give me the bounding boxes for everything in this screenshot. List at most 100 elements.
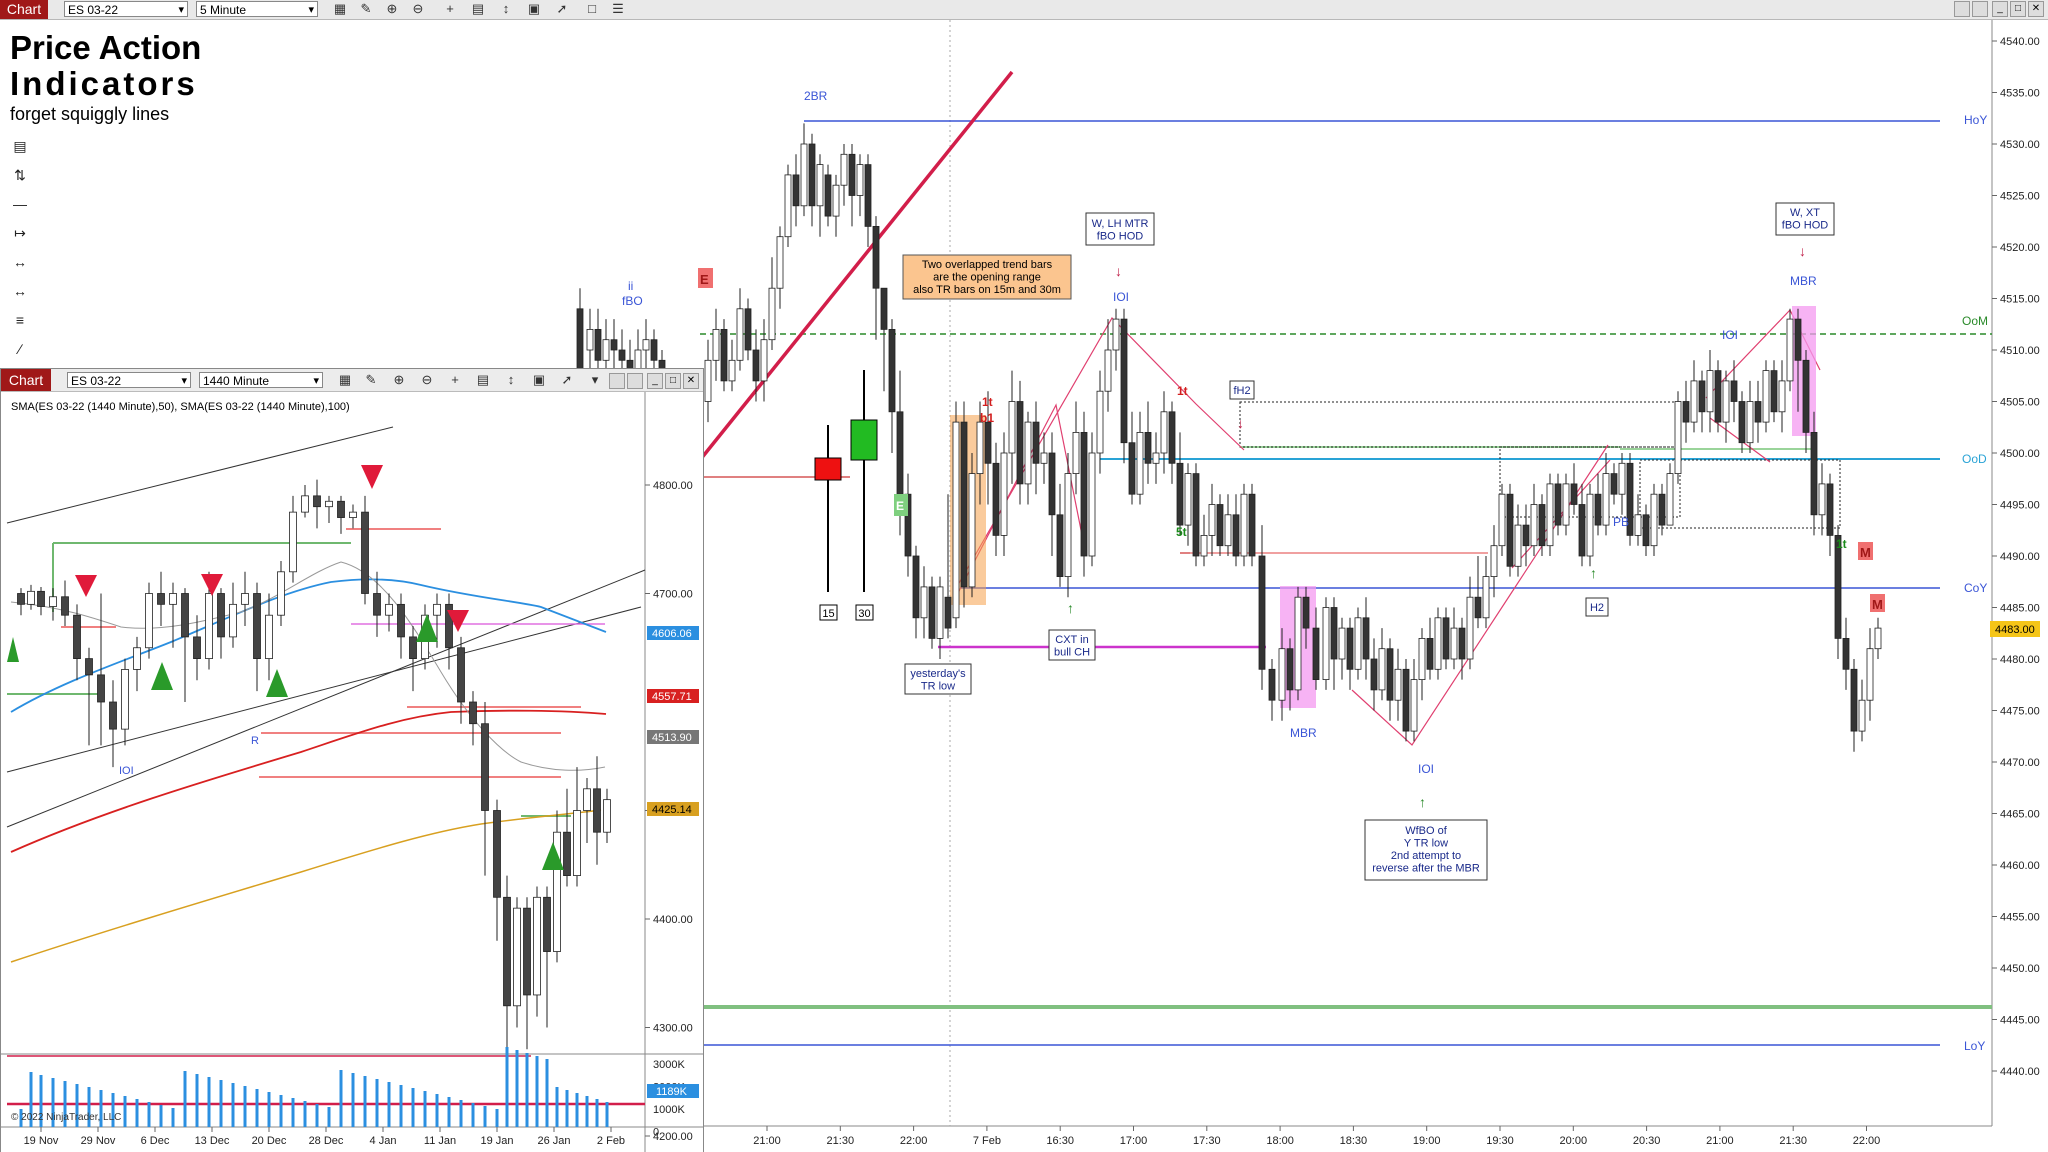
inset-tile-button[interactable] [609,373,625,389]
ood-label: OoD [1962,452,1987,466]
time-tick: 19:00 [1413,1135,1441,1147]
coy-label: CoY [1964,581,1987,595]
inset-price-tick: 4700.00 [653,589,693,601]
price-tick: 4470.00 [2000,757,2040,769]
inset-date-tick: 19 Jan [480,1135,513,1147]
arrow-up-3: ↑ [1419,794,1426,810]
inset-r-label: R [251,735,259,747]
hline-tool-icon[interactable]: ↔ [8,283,32,312]
label-1t-b: 1t [1177,384,1188,398]
price-tick: 4445.00 [2000,1015,2040,1027]
brand-line-3: forget squiggly lines [10,104,170,124]
svg-text:fH2: fH2 [1233,385,1250,397]
annotation-opening-range: Two overlapped trend bars are the opening… [902,254,1072,300]
label-2br: 2BR [804,89,828,103]
annotation-cxt: CXT in bull CH [1048,629,1096,661]
price-tick: 4465.00 [2000,809,2040,821]
inset-zoom-in-icon[interactable]: ⊕ [391,372,407,388]
inset-date-tick: 28 Dec [309,1135,344,1147]
inset-date-tick: 11 Jan [424,1135,456,1147]
line-tool-icon[interactable]: — [8,196,32,225]
label-e: E [700,272,709,287]
inset-instrument-select[interactable]: ES 03-22 [67,372,191,389]
inset-price-tick: 4800.00 [653,480,693,492]
range-candle-30 [850,419,878,461]
inset-drawing-icon[interactable]: ➚ [559,372,575,388]
annotation-wfbo: WfBO of Y TR low 2nd attempt to reverse aft… [1364,819,1488,881]
inset-chart-window[interactable]: Chart ES 03-22 1440 Minute ▦ ✎ ⊕ ⊖ + ▤ ↕… [0,368,704,1152]
svg-text:CXT inbull CH: CXT in bull CH [1054,634,1090,659]
price-tick: 4450.00 [2000,963,2040,975]
tag-sma50: 4606.06 [652,628,692,640]
extended-line-icon[interactable]: ↔ [8,254,32,283]
inset-price-tick: 4300.00 [653,1023,693,1035]
time-tick: 18:00 [1266,1135,1294,1147]
inset-volume-tick: 1000K [653,1104,685,1116]
inset-zoom-out-icon[interactable]: ⊖ [419,372,435,388]
inset-bar-type-icon[interactable]: ▦ [337,372,353,388]
label-1t-c: 1t [1836,537,1847,551]
inset-date-tick: 29 Nov [81,1135,116,1147]
time-tick: 21:00 [1706,1135,1734,1147]
inset-interval-select[interactable]: 1440 Minute [199,372,323,389]
channel-tool-icon[interactable]: ≡ [8,312,32,341]
price-tick: 4510.00 [2000,345,2040,357]
inset-date-tick: 19 Nov [24,1135,59,1147]
time-tick: 21:00 [753,1135,781,1147]
inset-minimize-button[interactable]: _ [647,373,663,389]
label-pb: PB [1613,515,1629,529]
annotation-yesterday: yesterday's TR low [904,663,972,695]
label-b1: b1 [980,411,994,425]
time-tick: 16:30 [1046,1135,1074,1147]
inset-toolbar: Chart ES 03-22 1440 Minute ▦ ✎ ⊕ ⊖ + ▤ ↕… [1,369,703,392]
arrow-tool-icon[interactable]: ⇅ [8,167,32,196]
price-tick: 4505.00 [2000,397,2040,409]
inset-properties-icon[interactable]: ▤ [475,372,491,388]
price-tick: 4530.00 [2000,139,2040,151]
trend-tool-icon[interactable]: ∕ [8,341,32,370]
ruler-tool-icon[interactable]: ▤ [8,138,32,167]
inset-pencil-icon[interactable]: ✎ [363,372,379,388]
ray-tool-icon[interactable]: ↦ [8,225,32,254]
inset-strategies-icon[interactable]: ▣ [531,372,547,388]
label-ioi-1: IOI [1113,290,1129,304]
inset-crosshair-icon[interactable]: + [447,372,463,388]
price-tick: 4535.00 [2000,88,2040,100]
price-axis: 4540.00 4535.00 4530.00 4525.00 4520.00 4515.… [1992,36,2040,1078]
arrow-up-2: ↑ [1590,565,1597,581]
tag-volume: 1189K [656,1086,688,1098]
annotation-w-lh-mtr: W, LH MTR fBO HOD [1085,212,1155,246]
price-tick: 4455.00 [2000,912,2040,924]
tag-sma100: 4557.71 [652,691,692,703]
inset-close-button[interactable]: ✕ [683,373,699,389]
inset-chart-tab[interactable]: Chart [1,369,51,391]
label-ii: ii [628,279,633,293]
time-tick: 7 Feb [973,1135,1001,1147]
price-tick: 4490.00 [2000,551,2040,563]
inset-date-tick: 6 Dec [141,1135,170,1147]
inset-maximize-button[interactable]: □ [665,373,681,389]
inset-volume-tick: 0 [653,1127,659,1139]
time-tick: 20:00 [1560,1135,1588,1147]
label-e-green: E [896,499,904,513]
label-5t: 5t [1176,525,1187,539]
price-tick: 4525.00 [2000,191,2040,203]
inset-date-tick: 20 Dec [252,1135,287,1147]
copyright: © 2022 NinjaTrader, LLC [11,1112,121,1123]
time-tick: 20:30 [1633,1135,1661,1147]
time-tick: 19:30 [1486,1135,1514,1147]
arrow-down-2: ↓ [1237,415,1244,431]
svg-text:Two overlapped trend barsare t: Two overlapped trend bars are the opening… [913,259,1061,296]
annotation-fh2: fH2 [1229,380,1255,400]
box-30: 30 [858,608,870,620]
oom-label: OoM [1962,314,1988,328]
inset-dropdown-icon[interactable]: ▾ [587,372,603,388]
price-tick: 4500.00 [2000,448,2040,460]
label-1t-a: 1t [982,395,993,409]
inset-chart[interactable]: SMA(ES 03-22 (1440 Minute),50), SMA(ES 0… [1,392,703,1152]
price-tick: 4515.00 [2000,294,2040,306]
inset-tile2-button[interactable] [627,373,643,389]
price-tick: 4475.00 [2000,706,2040,718]
inset-price-tick: 4400.00 [653,914,693,926]
inset-indicators-icon[interactable]: ↕ [503,372,519,388]
